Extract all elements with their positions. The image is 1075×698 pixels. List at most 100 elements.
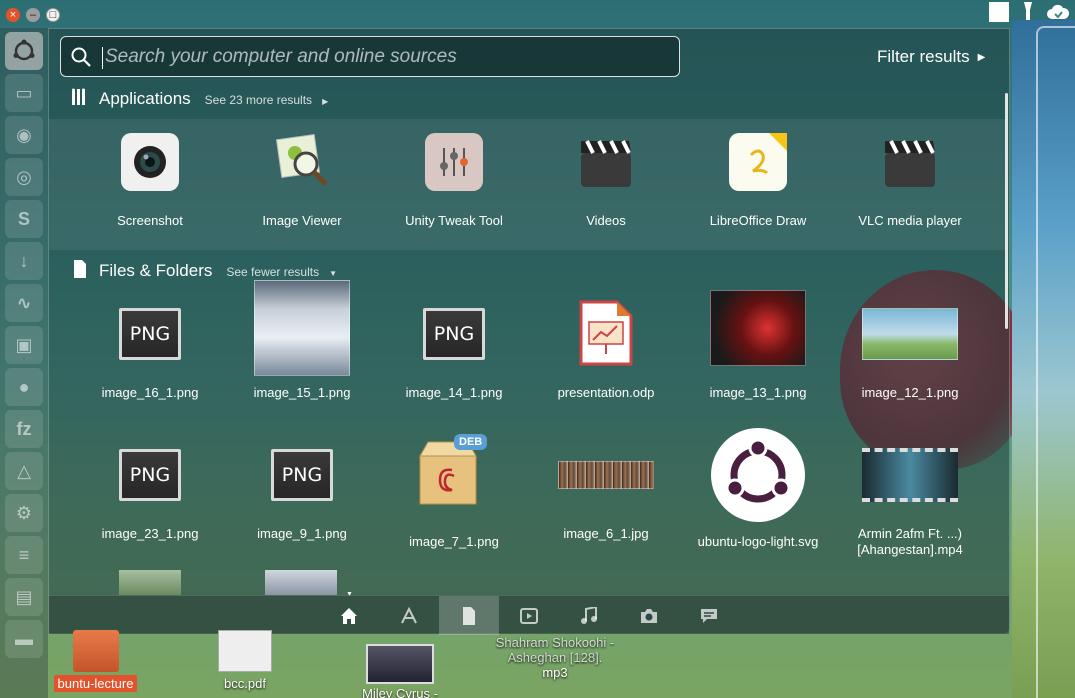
home-icon [341, 607, 357, 624]
file-label: image_15_1.png [253, 385, 351, 400]
chevron-right-icon: ▶ [977, 51, 986, 63]
app-image-viewer[interactable]: Image Viewer [227, 127, 377, 229]
lens-photos[interactable] [619, 596, 679, 635]
app-libreoffice-draw[interactable]: LibreOffice Draw [683, 127, 833, 229]
videos-icon [577, 133, 635, 191]
file-item[interactable]: PNG image_23_1.png [75, 440, 225, 542]
maximize-button[interactable]: □ [46, 8, 60, 22]
file-item[interactable]: presentation.odp [531, 299, 681, 401]
file-label: image_16_1.png [101, 385, 199, 400]
image-thumbnail[interactable] [119, 570, 181, 595]
files-icon [463, 606, 475, 625]
launcher-chat-icon[interactable]: ● [5, 368, 43, 406]
image-thumbnail [710, 290, 806, 366]
png-file-icon: PNG [423, 308, 485, 360]
launcher-files-icon[interactable]: ▭ [5, 74, 43, 112]
launcher-text-icon[interactable]: ≡ [5, 536, 43, 574]
chevron-right-icon: ▶ [322, 97, 329, 106]
app-label: Unity Tweak Tool [405, 213, 503, 228]
applications-category-icon [72, 88, 85, 105]
file-label: Armin 2afm Ft. ...) [Ahangestan].mp4 [857, 526, 963, 557]
file-item[interactable]: DEB image_7_1.png [379, 432, 529, 550]
launcher-chrome-icon[interactable]: ◎ [5, 158, 43, 196]
desktop-label: mp3 [542, 664, 568, 680]
file-item[interactable]: Armin 2afm Ft. ...) [Ahangestan].mp4 [835, 440, 985, 557]
app-label: VLC media player [858, 213, 962, 228]
launcher-filezilla-icon[interactable]: fz [5, 410, 43, 448]
image-thumbnail[interactable] [265, 570, 337, 595]
lens-files[interactable] [439, 596, 499, 635]
file-item[interactable]: image_12_1.png [835, 299, 985, 401]
social-icon [701, 608, 717, 623]
png-file-text: PNG [281, 464, 323, 486]
launcher: ▭ ◉ ◎ S ↓ ∿ ▣ ● fz △ ⚙ ≡ ▤ ▬ [0, 28, 48, 698]
cloud-indicator-icon[interactable] [1047, 4, 1069, 20]
lamp-indicator-icon[interactable] [1021, 2, 1035, 22]
file-label: image_9_1.png [257, 526, 347, 541]
screenshot-icon [121, 133, 179, 191]
close-button[interactable]: × [6, 8, 20, 22]
launcher-trash-icon[interactable]: ▬ [5, 620, 43, 658]
file-label: image_13_1.png [709, 385, 807, 400]
lens-music[interactable] [559, 596, 619, 635]
search-input[interactable] [105, 43, 665, 71]
vlc-icon [881, 133, 939, 191]
filter-results-button[interactable]: Filter results ▶ [877, 47, 985, 67]
see-fewer-results-link[interactable]: See fewer results [226, 265, 319, 279]
image-thumbnail [862, 308, 958, 360]
app-videos[interactable]: Videos [531, 127, 681, 229]
background-window-edge [1036, 26, 1075, 698]
launcher-firefox-icon[interactable]: ◉ [5, 116, 43, 154]
file-item[interactable]: PNG image_16_1.png [75, 299, 225, 401]
dash-home-button[interactable] [5, 32, 43, 70]
launcher-skype-icon[interactable]: S [5, 200, 43, 238]
libreoffice-draw-icon [729, 133, 787, 191]
png-file-text: PNG [129, 323, 171, 345]
file-label: ubuntu-logo-light.svg [697, 534, 819, 549]
see-more-results-link[interactable]: See 23 more results [205, 93, 312, 107]
deb-package-icon: DEB [414, 434, 494, 508]
filter-results-label: Filter results [877, 47, 970, 66]
launcher-settings-icon[interactable]: ⚙ [5, 494, 43, 532]
pdf-file-icon [218, 630, 272, 672]
file-item[interactable]: image_15_1.png [227, 280, 377, 401]
ubuntu-logo-icon [13, 39, 35, 61]
launcher-monitor-icon[interactable]: ∿ [5, 284, 43, 322]
file-item[interactable]: PNG image_9_1.png [227, 440, 377, 542]
launcher-download-icon[interactable]: ↓ [5, 242, 43, 280]
applications-header: Applications See 23 more results ▶ [71, 86, 328, 109]
launcher-inkscape-icon[interactable]: △ [5, 452, 43, 490]
lens-video[interactable] [499, 596, 559, 635]
file-item[interactable]: ubuntu-logo-light.svg [683, 427, 833, 550]
desktop-label: buntu-lecture [53, 675, 138, 692]
lens-applications[interactable] [379, 596, 439, 635]
search-box[interactable] [60, 36, 680, 77]
applications-title: Applications [99, 89, 191, 108]
applications-icon [401, 606, 417, 623]
file-label: presentation.odp [557, 385, 655, 400]
app-unity-tweak-tool[interactable]: Unity Tweak Tool [379, 127, 529, 229]
launcher-workspace-icon[interactable]: ▣ [5, 326, 43, 364]
file-item[interactable]: PNG image_14_1.png [379, 299, 529, 401]
folder-icon [72, 630, 119, 672]
desktop-video[interactable]: Miley Cyrus - [350, 644, 450, 698]
file-label: image_6_1.jpg [563, 526, 649, 541]
file-category-icon [74, 260, 86, 278]
app-screenshot[interactable]: Screenshot [75, 127, 225, 229]
minimize-button[interactable]: – [26, 8, 40, 22]
app-label: Image Viewer [262, 213, 342, 228]
file-item[interactable]: image_6_1.jpg [531, 440, 681, 542]
desktop-file[interactable]: bcc.pdf [200, 630, 290, 691]
desktop-label: Shahram Shokoohi - Asheghan [128]. [495, 635, 615, 665]
desktop-folder[interactable]: buntu-lecture [48, 630, 143, 692]
file-label: image_12_1.png [861, 385, 959, 400]
lens-social[interactable] [679, 596, 739, 635]
lens-home[interactable] [319, 596, 379, 635]
image-thumbnail [558, 461, 654, 489]
app-vlc[interactable]: VLC media player [835, 127, 985, 229]
desktop-audio[interactable]: Shahram Shokoohi - Asheghan [128]. mp3 [480, 635, 630, 681]
keyboard-indicator-icon[interactable] [989, 2, 1009, 22]
unity-tweak-tool-icon [425, 133, 483, 191]
launcher-save-icon[interactable]: ▤ [5, 578, 43, 616]
file-item[interactable]: image_13_1.png [683, 287, 833, 401]
